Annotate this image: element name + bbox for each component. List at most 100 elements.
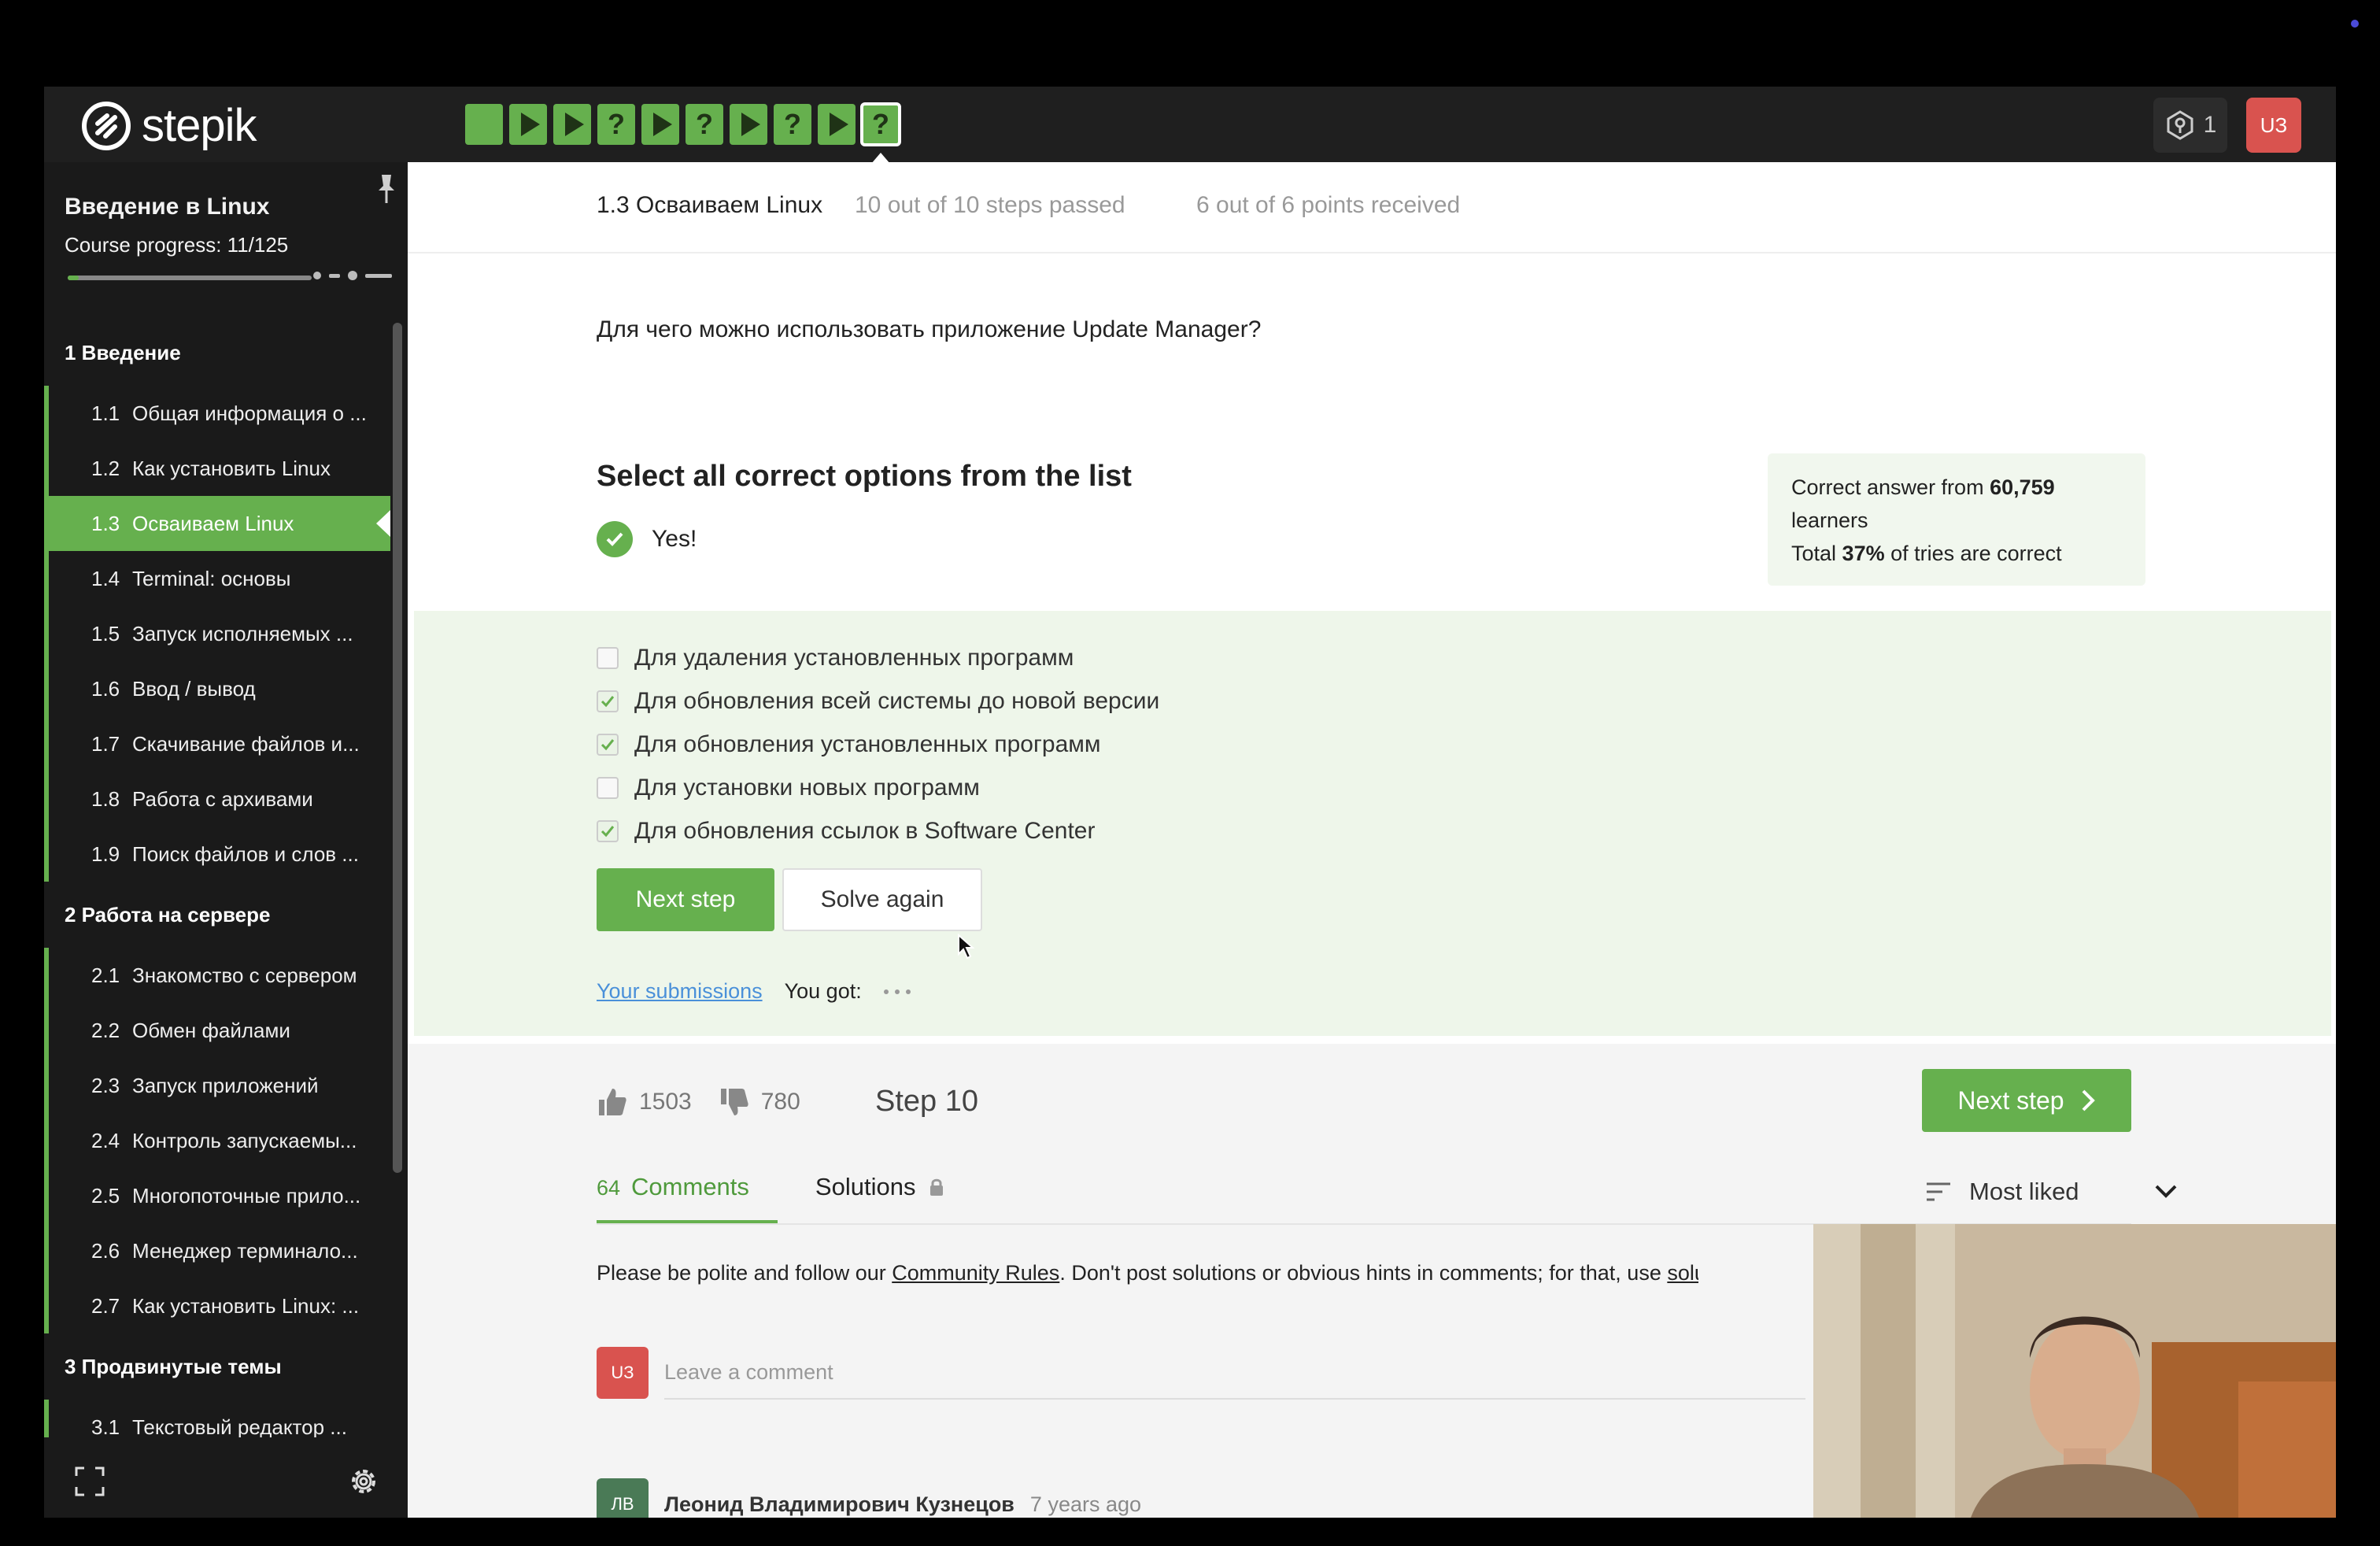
sidebar-lesson-item[interactable]: 2.6 Менеджер терминало...: [44, 1223, 390, 1278]
step-play-icon[interactable]: [553, 104, 591, 145]
tab-solutions-label: Solutions: [815, 1173, 916, 1200]
lesson-label: Работа с архивами: [132, 787, 313, 811]
lesson-number: 1.7: [91, 732, 120, 756]
stats-learners-word: learners: [1791, 509, 1868, 532]
checkbox-empty-icon[interactable]: [597, 646, 619, 669]
quiz-option[interactable]: Для установки новых программ: [597, 766, 1159, 809]
lesson-label: Общая информация о ...: [132, 401, 367, 425]
progress-dots: [313, 271, 392, 280]
thumbs-up-icon[interactable]: [597, 1086, 628, 1118]
sidebar-lesson-item[interactable]: 2.4 Контроль запускаемы...: [44, 1113, 390, 1168]
course-progress-bar: [68, 276, 312, 280]
sidebar-lesson-item[interactable]: 1.2 Как установить Linux: [44, 441, 390, 496]
quiz-option[interactable]: Для обновления установленных программ: [597, 723, 1159, 766]
new-comment-row: UЗ: [597, 1346, 1805, 1400]
quiz-options: Для удаления установленных программ Для о…: [597, 636, 1159, 853]
step-question-icon[interactable]: ?: [597, 104, 635, 145]
section-title[interactable]: 3 Продвинутые темы: [44, 1333, 390, 1400]
checkbox-empty-icon[interactable]: [597, 776, 619, 799]
sidebar-lesson-item[interactable]: 1.7 Скачивание файлов и...: [44, 716, 390, 771]
step-number: Step 10: [875, 1085, 978, 1118]
quiz-result-text: Yes!: [652, 526, 697, 552]
lesson-number: 3.1: [91, 1415, 120, 1437]
next-step-button[interactable]: Next step: [597, 868, 774, 931]
pin-icon[interactable]: [375, 173, 398, 205]
sidebar-lesson-item[interactable]: 1.1 Общая информация о ...: [44, 386, 390, 441]
stepik-logo[interactable]: stepik: [80, 99, 257, 152]
fullscreen-icon[interactable]: [74, 1466, 105, 1497]
step-play-icon[interactable]: [509, 104, 547, 145]
stats-prefix: Correct answer from: [1791, 475, 1990, 499]
step-question-icon[interactable]: ?: [774, 104, 811, 145]
rules-prefix: Please be polite and follow our: [597, 1261, 893, 1285]
step-question-icon[interactable]: ?: [686, 104, 723, 145]
checkbox-checked-icon[interactable]: [597, 819, 619, 842]
quiz-option-label: Для обновления всей системы до новой вер…: [634, 687, 1160, 714]
sidebar-lesson-item[interactable]: 2.7 Как установить Linux: ...: [44, 1278, 390, 1333]
next-step-footer-button[interactable]: Next step: [1922, 1069, 2131, 1132]
quiz-option-label: Для обновления ссылок в Software Center: [634, 817, 1096, 844]
sidebar-lesson-item[interactable]: 1.4 Terminal: основы: [44, 551, 390, 606]
comment-input[interactable]: [664, 1346, 1805, 1400]
answer-stats: Correct answer from 60,759 learners Tota…: [1768, 453, 2145, 586]
tab-comments-label: Comments: [631, 1173, 749, 1200]
sidebar-lesson-item[interactable]: 1.5 Запуск исполняемых ...: [44, 606, 390, 661]
lesson-number: 1.9: [91, 842, 120, 866]
webcam-person-image: [1813, 1224, 2336, 1518]
sidebar-lesson-item[interactable]: 2.2 Обмен файлами: [44, 1003, 390, 1058]
thumbs-down-icon[interactable]: [719, 1086, 750, 1118]
solve-again-button[interactable]: Solve again: [782, 868, 982, 931]
sidebar-lesson-item[interactable]: 1.6 Ввод / вывод: [44, 661, 390, 716]
quiz-option[interactable]: Для обновления всей системы до новой вер…: [597, 679, 1159, 723]
checkbox-checked-icon[interactable]: [597, 733, 619, 756]
section-title[interactable]: 1 Введение: [44, 320, 390, 386]
step-navigation: ????: [465, 102, 901, 164]
lesson-number: 1.8: [91, 787, 120, 811]
chevron-down-icon[interactable]: [2153, 1182, 2179, 1201]
browser-window: stepik ???? 1 UЗ Введение в Linux Course…: [44, 87, 2336, 1518]
sidebar-lesson-item[interactable]: 1.9 Поиск файлов и слов ...: [44, 827, 390, 882]
course-sidebar: Введение в Linux Course progress: 11/125…: [44, 162, 408, 1518]
tab-solutions[interactable]: Solutions: [815, 1173, 944, 1223]
sidebar-lesson-item[interactable]: 3.1 Текстовый редактор ...: [44, 1400, 390, 1437]
checkbox-checked-icon[interactable]: [597, 690, 619, 712]
next-step-footer-label: Next step: [1957, 1086, 2064, 1115]
step-play-icon[interactable]: [818, 104, 856, 145]
comment-time: 7 years ago: [1029, 1492, 1142, 1516]
step-play-icon[interactable]: [641, 104, 679, 145]
step-play-icon[interactable]: [730, 104, 767, 145]
quiz-title: Select all correct options from the list: [597, 460, 1132, 493]
gear-icon[interactable]: [346, 1464, 381, 1499]
course-progress-fill: [68, 276, 79, 280]
quiz-option[interactable]: Для обновления ссылок в Software Center: [597, 809, 1159, 853]
sidebar-lesson-item[interactable]: 1.3 Осваиваем Linux: [44, 496, 390, 551]
lesson-list: 1 Введение 1.1 Общая информация о ... 1.2 Ка…: [44, 320, 390, 1437]
step-question-icon[interactable]: ?: [860, 102, 901, 164]
sidebar-lesson-item[interactable]: 2.5 Многопоточные прило...: [44, 1168, 390, 1223]
sidebar-lesson-item[interactable]: 1.8 Работа с архивами: [44, 771, 390, 827]
notifications-button[interactable]: 1: [2153, 98, 2227, 153]
comment-author-avatar[interactable]: ЛВ: [597, 1478, 649, 1518]
section-title[interactable]: 2 Работа на сервере: [44, 882, 390, 948]
sidebar-lesson-item[interactable]: 2.3 Запуск приложений: [44, 1058, 390, 1113]
lesson-label: Текстовый редактор ...: [132, 1415, 347, 1437]
solutions-link[interactable]: solutions f: [1667, 1261, 1698, 1285]
lesson-number: 1.4: [91, 567, 120, 590]
quiz-option[interactable]: Для удаления установленных программ: [597, 636, 1159, 679]
tab-comments[interactable]: 64 Comments: [597, 1173, 778, 1223]
lesson-number: 1.1: [91, 401, 120, 425]
course-title[interactable]: Введение в Linux: [65, 194, 269, 220]
sidebar-scrollbar[interactable]: [393, 323, 402, 1173]
your-submissions-link[interactable]: Your submissions: [597, 979, 763, 1004]
step-text-icon[interactable]: [465, 104, 503, 145]
lesson-title: 1.3 Осваиваем Linux: [597, 192, 823, 218]
status-dot: [2351, 20, 2359, 28]
sort-dropdown[interactable]: Most liked: [1925, 1178, 2079, 1206]
mouse-cursor-icon: [958, 934, 974, 960]
dislikes-count: 780: [760, 1089, 800, 1115]
community-rules-link[interactable]: Community Rules: [892, 1261, 1059, 1285]
comment-author-name[interactable]: Леонид Владимирович Кузнецов: [664, 1492, 1014, 1517]
user-avatar-button[interactable]: UЗ: [2246, 98, 2301, 153]
lesson-label: Скачивание файлов и...: [132, 732, 360, 756]
sidebar-lesson-item[interactable]: 2.1 Знакомство с сервером: [44, 948, 390, 1003]
